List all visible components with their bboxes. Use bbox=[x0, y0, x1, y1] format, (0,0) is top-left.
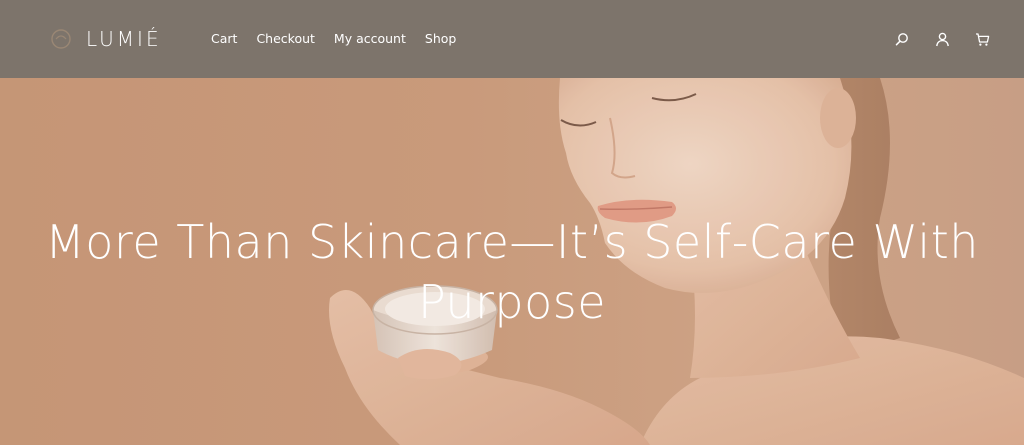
cart-button[interactable] bbox=[972, 29, 992, 49]
search-button[interactable] bbox=[892, 29, 912, 49]
hero-banner: More Than Skincare—It’s Self-Care With P… bbox=[0, 78, 1024, 445]
nav-my-account-link[interactable]: My account bbox=[334, 29, 406, 49]
cart-icon bbox=[975, 32, 989, 46]
logo-mark-icon bbox=[51, 29, 71, 49]
page: LUMIÉ Cart Checkout My account Shop More… bbox=[0, 0, 1024, 445]
account-icon bbox=[935, 32, 949, 46]
search-icon bbox=[895, 33, 908, 46]
main-nav: Cart Checkout My account Shop bbox=[211, 29, 475, 49]
header-icons bbox=[872, 29, 992, 49]
nav-checkout-link[interactable]: Checkout bbox=[256, 29, 314, 49]
brand-name: LUMIÉ bbox=[86, 27, 162, 51]
nav-shop-link[interactable]: Shop bbox=[425, 29, 456, 49]
nav-cart-link[interactable]: Cart bbox=[211, 29, 237, 49]
brand-logo[interactable]: LUMIÉ bbox=[50, 24, 162, 54]
account-button[interactable] bbox=[932, 29, 952, 49]
hero-title: More Than Skincare—It’s Self-Care With P… bbox=[45, 215, 979, 329]
site-header: LUMIÉ Cart Checkout My account Shop bbox=[0, 0, 1024, 78]
